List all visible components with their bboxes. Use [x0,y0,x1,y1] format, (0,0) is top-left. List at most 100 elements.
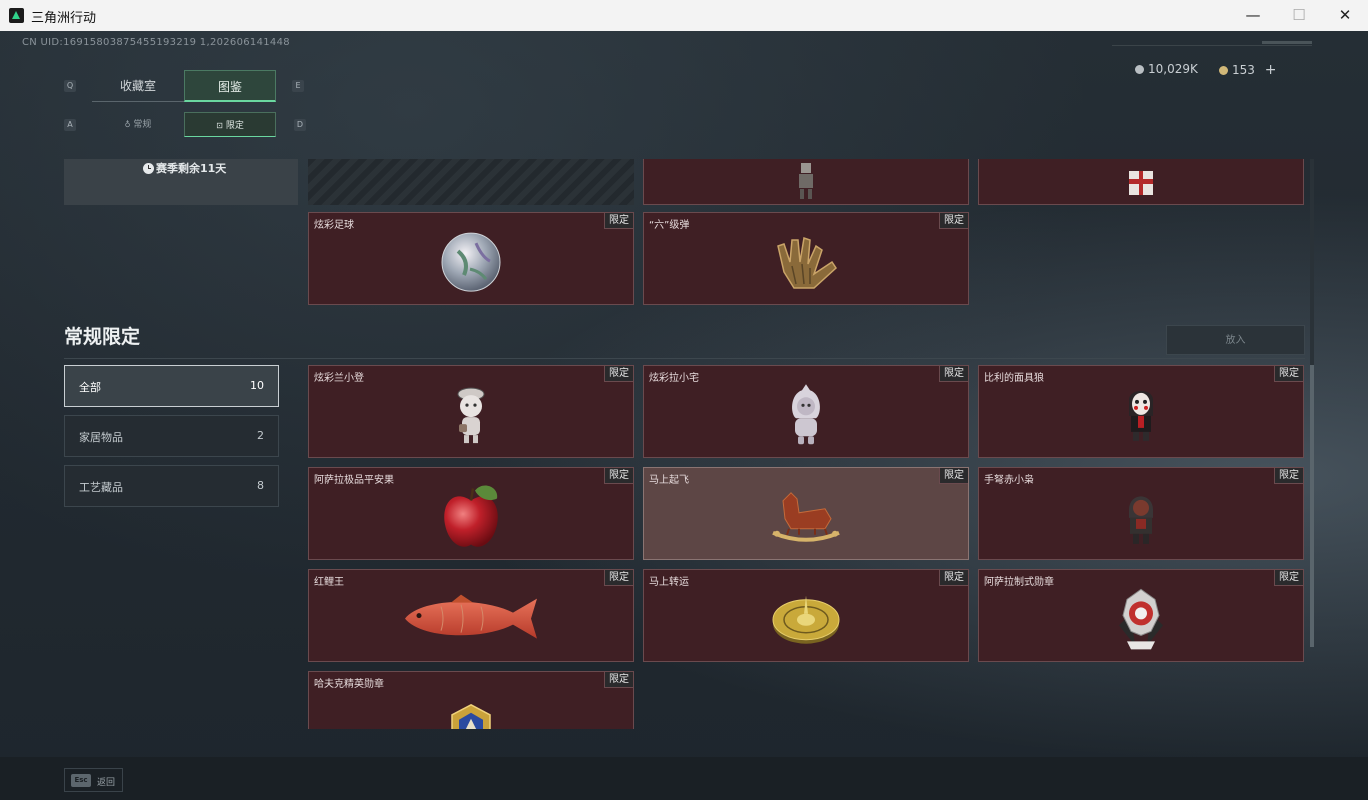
apple-icon [444,484,498,547]
gold-amount: 153 [1232,63,1255,77]
card-name: “六”级弹 [649,220,690,231]
tab-prev-key: Q [64,80,76,92]
gold-currency: 153 + [1219,62,1276,78]
close-button[interactable]: ✕ [1322,0,1368,31]
filter-label: 工艺藏品 [79,481,123,494]
add-currency-button[interactable]: + [1265,62,1277,78]
app-logo-icon [9,8,24,23]
catalog-card-partial[interactable] [643,159,969,205]
card-name: 阿萨拉极品平安果 [314,475,394,486]
limited-badge: 限定 [604,213,633,229]
catalog-card[interactable]: 炫彩拉小宅 限定 [643,365,969,458]
filter-all[interactable]: 全部 10 [64,365,279,407]
filter-craft-collectibles[interactable]: 工艺藏品 8 [64,465,279,507]
card-name: 炫彩拉小宅 [649,373,699,384]
catalog-card[interactable]: 哈夫克精英勋章 限定 [308,671,634,729]
silver-amount: 10,029K [1148,62,1198,76]
compass-disc-icon [772,595,840,644]
filter-count: 8 [257,479,264,492]
hooded-doll-icon [792,383,820,444]
robot-figure-icon [799,162,813,199]
scrollbar-thumb[interactable] [1310,365,1314,647]
filter-label: 家居物品 [79,431,123,444]
gold-coin-icon [1219,66,1228,75]
maximize-button[interactable]: ☐ [1276,0,1322,31]
locked-card [308,159,634,205]
carp-fish-icon [405,594,537,639]
limited-badge: 限定 [1274,570,1303,586]
limited-badge: 限定 [604,468,633,484]
catalog-card[interactable]: 阿萨拉极品平安果 限定 [308,467,634,560]
subtab-regular[interactable]: ♁ 常规 [92,112,184,137]
subtab-next-key: D [294,119,306,131]
catalog-scroll-area[interactable]: 赛季剩余11天 炫彩足球 限定 “六”级弹 限定 常规限定 放入 全部 10 家… [0,159,1368,729]
card-name: 马上起飞 [649,475,689,486]
limited-badge: 限定 [939,468,968,484]
limited-badge: 限定 [939,366,968,382]
gift-figure-icon [1129,170,1153,195]
golden-hand-icon [777,236,837,289]
filter-count: 10 [250,379,264,392]
limited-badge: 限定 [604,672,633,688]
card-name: 炫彩足球 [314,220,354,231]
top-divider [1112,45,1312,46]
subtab-limited[interactable]: ⊡ 限定 [184,112,276,137]
catalog-card[interactable]: 阿萨拉制式勋章 限定 [978,569,1304,662]
limited-badge: 限定 [939,213,968,229]
gold-badge-icon [451,704,491,729]
limited-badge: 限定 [604,570,633,586]
silver-coin-icon [1135,65,1144,74]
card-name: 哈夫克精英勋章 [314,679,384,690]
filter-label: 全部 [79,381,101,394]
season-remaining: 赛季剩余11天 [143,160,226,176]
card-name: 比利的面具狼 [984,373,1044,384]
catalog-card[interactable]: 炫彩兰小登 限定 [308,365,634,458]
filter-home-items[interactable]: 家居物品 2 [64,415,279,457]
put-in-button[interactable]: 放入 [1166,325,1305,355]
catalog-card[interactable]: 马上转运 限定 [643,569,969,662]
limited-icon: ⊡ [216,121,223,130]
catalog-card[interactable]: 红鲤王 限定 [308,569,634,662]
card-name: 手弩赤小枭 [984,475,1034,486]
back-button[interactable]: Esc 返回 [64,768,123,792]
player-uid: CN UID:16915803875455193219 1,2026061414… [22,37,290,48]
filter-count: 2 [257,429,264,442]
medal-icon [1119,588,1163,649]
hooded-figure-icon [1129,495,1153,544]
limited-badge: 限定 [1274,468,1303,484]
catalog-card[interactable]: 手弩赤小枭 限定 [978,467,1304,560]
masked-figure-icon [1129,390,1153,441]
card-name: 马上转运 [649,577,689,588]
catalog-card[interactable]: 炫彩足球 限定 [308,212,634,305]
section-divider [64,358,1305,359]
back-label: 返回 [97,778,116,788]
doll-icon [457,387,485,443]
card-name: 红鲤王 [314,577,344,588]
tab-collection-room[interactable]: 收藏室 [92,70,184,102]
catalog-card[interactable]: “六”级弹 限定 [643,212,969,305]
sub-tabs: ♁ 常规 ⊡ 限定 [92,112,277,137]
tab-catalog[interactable]: 图鉴 [184,70,276,102]
clock-icon [143,163,154,174]
rocking-horse-icon [772,491,840,542]
catalog-card-partial[interactable] [978,159,1304,205]
bottom-bar [0,757,1368,800]
limited-badge: 限定 [1274,366,1303,382]
section-title: 常规限定 [64,326,141,348]
limited-badge: 限定 [604,366,633,382]
silver-currency: 10,029K [1135,62,1198,76]
window-title: 三角洲行动 [31,11,97,26]
soccer-ball-icon [441,232,501,292]
subtab-prev-key: A [64,119,76,131]
catalog-card[interactable]: 比利的面具狼 限定 [978,365,1304,458]
regular-icon: ♁ [124,120,131,129]
card-name: 炫彩兰小登 [314,373,364,384]
game-area: CN UID:16915803875455193219 1,2026061414… [0,31,1368,800]
minimize-button[interactable]: — [1230,0,1276,31]
card-name: 阿萨拉制式勋章 [984,577,1054,588]
window-titlebar: 三角洲行动 — ☐ ✕ [0,0,1368,32]
main-tabs: 收藏室 图鉴 [92,70,277,102]
catalog-card-hovered[interactable]: 马上起飞 限定 [643,467,969,560]
top-indicator [1262,41,1312,44]
tab-next-key: E [292,80,304,92]
